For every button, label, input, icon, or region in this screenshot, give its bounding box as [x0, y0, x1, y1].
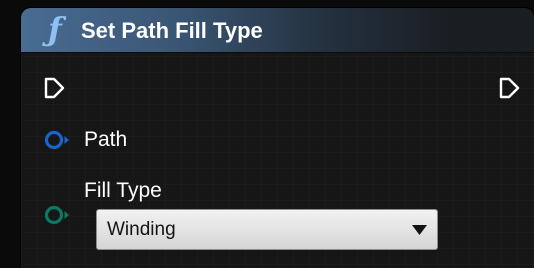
node-title: Set Path Fill Type — [81, 18, 263, 43]
function-icon: ƒ — [48, 10, 62, 48]
fill-type-dropdown-value: Winding — [107, 219, 176, 240]
path-pin-icon[interactable] — [43, 129, 75, 151]
exec-in-pin-icon[interactable] — [43, 77, 65, 99]
node-header[interactable]: ƒ Set Path Fill Type — [21, 8, 534, 53]
path-pin-label: Path — [84, 128, 128, 151]
exec-out-pin-icon[interactable] — [498, 77, 520, 99]
blueprint-node[interactable]: ƒ Set Path Fill Type Path Fill Type Wind… — [21, 8, 534, 268]
fill-type-pin-label: Fill Type — [84, 179, 162, 202]
fill-type-dropdown[interactable]: Winding — [96, 209, 438, 250]
chevron-down-icon — [412, 225, 427, 235]
fill-type-pin-icon[interactable] — [43, 204, 75, 226]
